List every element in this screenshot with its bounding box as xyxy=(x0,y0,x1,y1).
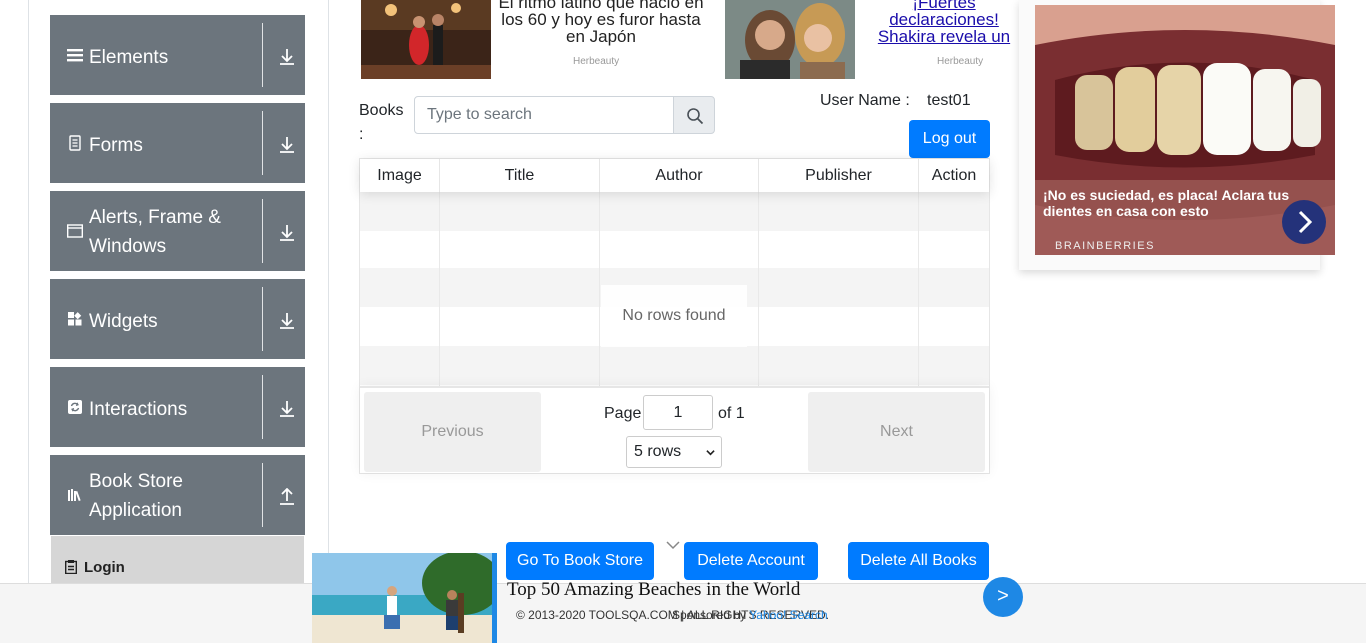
bottom-ad-image[interactable] xyxy=(312,553,497,643)
sponsored-label: Sponsored by Yahoo! Search xyxy=(672,608,828,622)
hamburger-icon xyxy=(67,49,83,62)
column-header-title[interactable]: Title xyxy=(440,159,600,192)
left-divider xyxy=(28,0,29,590)
rows-per-page-select[interactable]: 5 rows xyxy=(626,436,722,468)
table-row xyxy=(360,192,989,231)
total-pages-label: of 1 xyxy=(718,405,745,422)
rows-per-page-value: 5 rows xyxy=(634,443,682,460)
download-arrow-icon[interactable] xyxy=(278,48,296,66)
sponsored-brand[interactable]: Yahoo! Search xyxy=(749,608,828,622)
document-icon xyxy=(69,135,81,151)
refresh-icon xyxy=(68,400,82,414)
group-separator xyxy=(262,287,263,351)
delete-all-books-button[interactable]: Delete All Books xyxy=(848,542,989,580)
sponsored-prefix: Sponsored by xyxy=(672,608,750,622)
sidebar-group-label: Forms xyxy=(89,135,143,156)
page-label: Page xyxy=(604,405,642,422)
table-row xyxy=(360,231,989,270)
bottom-ad-next-button[interactable]: > xyxy=(983,577,1023,617)
pagination: Previous Page 1 of 1 5 rows Next xyxy=(360,386,989,473)
column-header-author[interactable]: Author xyxy=(600,159,759,192)
download-arrow-icon[interactable] xyxy=(278,224,296,242)
group-separator xyxy=(262,23,263,87)
chevron-down-icon xyxy=(706,450,715,456)
table-row xyxy=(360,346,989,385)
ad-source: Herbeauty xyxy=(573,56,620,67)
group-separator xyxy=(262,463,263,527)
column-header-image[interactable]: Image xyxy=(360,159,440,192)
column-divider xyxy=(599,192,600,386)
right-ad[interactable]: ¡No es suciedad, es placa! Aclara tus di… xyxy=(1035,5,1335,255)
group-separator xyxy=(262,111,263,175)
sidebar-group-label: Elements xyxy=(89,47,169,68)
ad-headline[interactable]: ¡Fuertes declaraciones! Shakira revela u… xyxy=(859,0,1029,46)
clipboard-icon xyxy=(65,560,77,574)
download-arrow-icon[interactable] xyxy=(278,312,296,330)
sidebar-group-label: Widgets xyxy=(89,311,158,332)
sidebar-group-label: Book Store Application xyxy=(89,471,183,521)
download-arrow-icon[interactable] xyxy=(278,136,296,154)
page: Elements Forms Alerts, Frame & Windows W… xyxy=(0,0,1366,643)
window-icon xyxy=(67,224,83,238)
page-number-input[interactable]: 1 xyxy=(643,395,713,430)
books-icon xyxy=(68,489,81,502)
chevron-down-icon[interactable] xyxy=(666,540,680,550)
sidebar-item-login[interactable]: Login xyxy=(51,536,304,584)
group-separator xyxy=(262,199,263,263)
column-divider xyxy=(758,192,759,386)
column-divider xyxy=(918,192,919,386)
upload-arrow-icon[interactable] xyxy=(278,488,296,506)
logout-button[interactable]: Log out xyxy=(909,120,990,158)
books-label: Books : xyxy=(359,102,404,143)
delete-account-button[interactable]: Delete Account xyxy=(684,542,818,580)
no-rows-message: No rows found xyxy=(601,285,747,347)
column-divider xyxy=(439,192,440,386)
column-header-action[interactable]: Action xyxy=(919,159,989,192)
ad-source: Herbeauty xyxy=(937,56,984,67)
download-arrow-icon[interactable] xyxy=(278,400,296,418)
ad-next-button[interactable] xyxy=(1282,200,1326,244)
sidebar-group-forms[interactable]: Forms xyxy=(50,103,305,183)
sidebar-group-label: Interactions xyxy=(89,399,188,420)
ad-caption: ¡No es suciedad, es placa! Aclara tus di… xyxy=(1043,187,1290,219)
ad-brand: BRAINBERRIES xyxy=(1055,240,1155,252)
sidebar-group-interactions[interactable]: Interactions xyxy=(50,367,305,447)
books-table: Image Title Author Publisher Action No r… xyxy=(359,158,990,474)
table-header: Image Title Author Publisher Action xyxy=(360,159,989,192)
magnifier-icon xyxy=(687,108,704,125)
group-separator xyxy=(262,375,263,439)
sidebar-group-book-store[interactable]: Book Store Application xyxy=(50,455,305,535)
user-name-value: test01 xyxy=(927,92,971,109)
search-input[interactable] xyxy=(414,96,674,134)
user-name-label: User Name : xyxy=(820,92,910,109)
go-to-book-store-button[interactable]: Go To Book Store xyxy=(506,542,654,580)
sidebar-divider xyxy=(328,0,329,590)
ad-image-dancers[interactable] xyxy=(361,0,491,79)
ad-headline[interactable]: El ritmo latino que nació en los 60 y ho… xyxy=(495,0,707,45)
sidebar-group-widgets[interactable]: Widgets xyxy=(50,279,305,359)
chevron-right-icon xyxy=(1298,210,1313,234)
ad-image-shakira[interactable] xyxy=(725,0,855,79)
sidebar-item-label: Login xyxy=(84,559,125,576)
sidebar-group-label: Alerts, Frame & Windows xyxy=(89,207,221,257)
widgets-icon xyxy=(68,312,82,326)
bottom-ad-title[interactable]: Top 50 Amazing Beaches in the World xyxy=(507,579,800,601)
sidebar-group-elements[interactable]: Elements xyxy=(50,15,305,95)
search-button[interactable] xyxy=(673,96,715,134)
next-button[interactable]: Next xyxy=(808,392,985,472)
previous-button[interactable]: Previous xyxy=(364,392,541,472)
column-header-publisher[interactable]: Publisher xyxy=(759,159,919,192)
beach-image xyxy=(312,553,492,643)
sidebar-group-alerts[interactable]: Alerts, Frame & Windows xyxy=(50,191,305,271)
